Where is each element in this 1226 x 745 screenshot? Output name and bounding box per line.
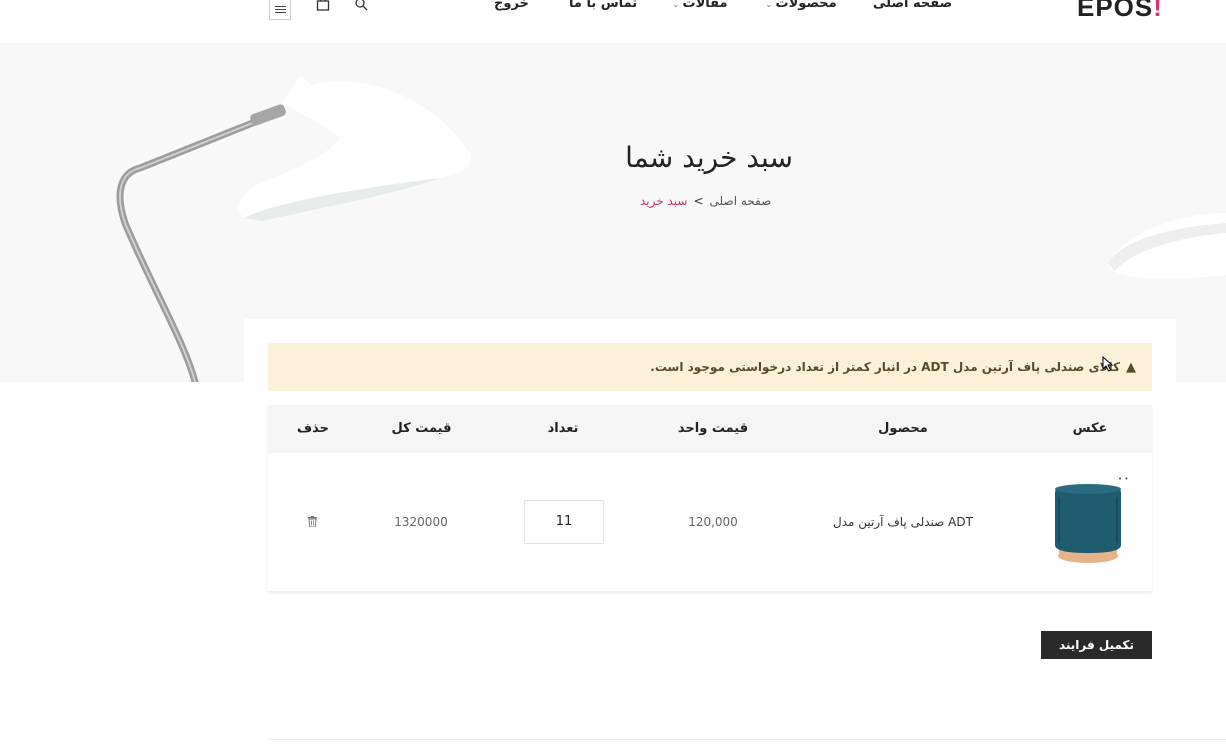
warning-icon: ▲ xyxy=(1126,359,1136,375)
chevron-down-icon: ⌄ xyxy=(672,0,680,10)
mouse-cursor-icon xyxy=(1102,356,1114,372)
menu-icon[interactable] xyxy=(269,0,291,20)
header-quantity: تعداد xyxy=(547,421,579,436)
cart-table: عکس محصول قیمت واحد تعداد قیمت کل حذف • … xyxy=(268,405,1152,591)
breadcrumb-separator: > xyxy=(693,194,704,208)
image-dots: • • xyxy=(1118,475,1129,483)
breadcrumb-home[interactable]: صفحه اصلی xyxy=(710,194,772,208)
nav-logout[interactable]: خروج xyxy=(494,0,529,11)
footer-divider xyxy=(268,739,1226,740)
cart-icon[interactable] xyxy=(316,0,330,15)
header-product: محصول xyxy=(878,421,928,436)
quantity-input[interactable]: 11 xyxy=(524,500,604,544)
site-header: EPOS! صفحه اصلی ⌄ محصولات ⌄ مقالات تماس با… xyxy=(0,0,1226,43)
checkout-button[interactable]: تکمیل فرایند xyxy=(1041,631,1152,659)
chevron-down-icon: ⌄ xyxy=(765,0,773,10)
total-price: 1320000 xyxy=(394,515,448,529)
header-delete: حذف xyxy=(297,421,329,436)
breadcrumb-current: سبد خرید xyxy=(640,194,688,208)
nav-home[interactable]: صفحه اصلی xyxy=(873,0,952,11)
search-icon[interactable] xyxy=(354,0,368,15)
stock-warning-alert: ▲ کالای صندلی پاف آرتین مدل ADT در انبار… xyxy=(268,343,1152,391)
unit-price: 120,000 xyxy=(688,515,738,529)
product-image[interactable] xyxy=(1051,483,1125,565)
nav-products[interactable]: ⌄ محصولات xyxy=(765,0,837,11)
page-title: سبد خرید شما xyxy=(625,141,793,174)
nav-contact[interactable]: تماس با ما xyxy=(569,0,637,11)
product-name[interactable]: صندلی پاف آرتین مدل ADT xyxy=(823,515,983,529)
logo[interactable]: EPOS! xyxy=(1077,0,1163,23)
breadcrumb: صفحه اصلی > سبد خرید xyxy=(640,194,771,208)
alert-text: کالای صندلی پاف آرتین مدل ADT در انبار ک… xyxy=(650,360,1120,374)
header-image: عکس xyxy=(1072,421,1108,436)
header-unit-price: قیمت واحد xyxy=(677,421,749,436)
header-total-price: قیمت کل xyxy=(391,421,452,436)
trash-icon[interactable] xyxy=(308,516,317,527)
table-header: عکس محصول قیمت واحد تعداد قیمت کل حذف xyxy=(268,405,1152,453)
nav-articles[interactable]: ⌄ مقالات xyxy=(672,0,728,11)
